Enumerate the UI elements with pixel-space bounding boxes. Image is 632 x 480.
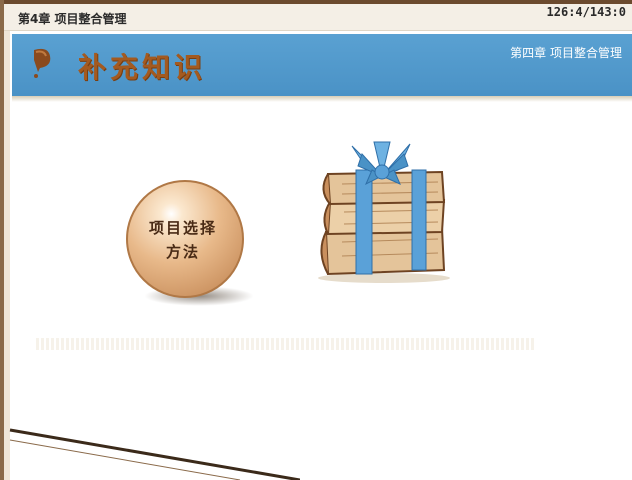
project-selection-sphere[interactable]: 项目选择 方法 (120, 176, 254, 306)
window-frame-left-inner (4, 30, 10, 480)
slide-title: 补充知识 (78, 51, 207, 84)
sphere-label: 项目选择 方法 (126, 216, 240, 264)
content-divider (36, 338, 536, 350)
corner-decoration (9, 428, 300, 480)
sphere-label-line1: 项目选择 (148, 219, 217, 237)
chapter-title: 第4章 项目整合管理 (18, 12, 127, 26)
gift-books-icon (318, 141, 450, 283)
slide-header: 补充知识 第四章 项目整合管理 (12, 34, 632, 96)
chapter-subtitle: 第四章 项目整合管理 (510, 46, 622, 60)
title-bar: 第4章 项目整合管理 126:4/143:0 (4, 4, 632, 31)
brown-bullet-icon (34, 48, 51, 78)
slide-counter: 126:4/143:0 (546, 5, 626, 19)
sphere-label-line2: 方法 (165, 243, 200, 261)
header-shadow (12, 96, 632, 102)
